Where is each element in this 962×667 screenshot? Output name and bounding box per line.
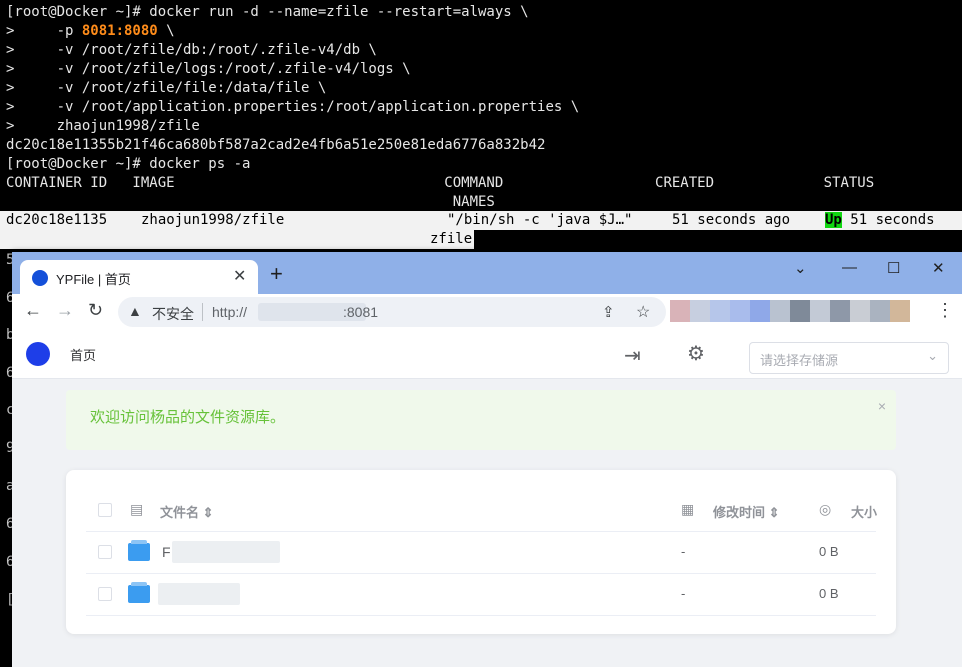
file-size: 0 B (819, 544, 839, 559)
terminal-line: [root@Docker ~]# docker run -d --name=zf… (6, 4, 529, 20)
calendar-icon: ▦ (681, 501, 695, 517)
extension-icon[interactable] (730, 300, 750, 322)
chevron-down-icon: ⌄ (927, 348, 938, 363)
extension-icon[interactable] (770, 300, 790, 322)
url-port: :8081 (343, 304, 379, 320)
table-row[interactable]: - 0 B (86, 574, 876, 616)
redacted-filename (158, 583, 240, 605)
ps-header-names: NAMES (6, 194, 495, 210)
terminal-line: > -v /root/application.properties:/root/… (6, 99, 580, 115)
container-id: dc20c18e1135 (6, 212, 108, 228)
bookmark-star-icon[interactable]: ☆ (636, 302, 650, 322)
app-header: 首页 ⇥ ⚙ 请选择存储源 ⌄ (12, 330, 962, 379)
new-tab-button[interactable]: + (270, 261, 283, 287)
sort-icon: ⇕ (768, 505, 780, 520)
terminal-line-tail: \ (157, 23, 175, 39)
browser-menu-icon[interactable]: ⋮ (936, 300, 954, 321)
forward-button[interactable]: → (56, 300, 74, 321)
select-placeholder: 请选择存储源 (760, 353, 839, 368)
column-size[interactable]: 大小 (851, 502, 877, 521)
address-divider (202, 303, 203, 321)
extension-icon[interactable] (690, 300, 710, 322)
extension-icon[interactable] (710, 300, 730, 322)
row-checkbox[interactable] (98, 587, 112, 601)
warning-icon[interactable]: ▲ (128, 303, 142, 319)
alert-close-icon[interactable]: × (878, 398, 886, 414)
file-modified: - (681, 586, 686, 601)
column-filename[interactable]: 文件名 ⇕ (160, 502, 214, 521)
extension-icon[interactable] (810, 300, 830, 322)
container-image: zhaojun1998/zfile (141, 212, 285, 228)
file-size: 0 B (819, 586, 839, 601)
address-bar[interactable]: ▲ 不安全 http:// :8081 ⇪ ☆ (118, 297, 666, 327)
column-modified-label: 修改时间 (713, 505, 766, 520)
terminal-line-prefix: > -p (6, 23, 82, 39)
extension-icon[interactable] (790, 300, 810, 322)
tab-strip: YPFile | 首页 ✕ + ⌄ — ☐ ✕ (12, 252, 962, 294)
tab-ypfile[interactable]: YPFile | 首页 ✕ (20, 260, 258, 294)
terminal-line: > -v /root/zfile/file:/data/file \ (6, 80, 327, 96)
extension-icon[interactable] (850, 300, 870, 322)
storage-source-select[interactable]: 请选择存储源 ⌄ (749, 342, 949, 374)
ps-row-highlight: dc20c18e1135 zhaojun1998/zfile "/bin/sh … (0, 211, 962, 230)
alert-message: 欢迎访问杨品的文件资源库。 (90, 409, 286, 426)
container-command: "/bin/sh -c 'java $J…" (447, 212, 633, 228)
reload-button[interactable]: ↻ (88, 300, 103, 321)
row-checkbox[interactable] (98, 545, 112, 559)
ps-row-highlight-names: zfile (0, 230, 474, 249)
file-list-card: ▤ 文件名 ⇕ ▦ 修改时间 ⇕ ◎ 大小 F - 0 B - 0 B (66, 470, 896, 634)
tab-title: YPFile | 首页 (56, 272, 131, 287)
redacted-filename (172, 541, 280, 563)
welcome-alert: 欢迎访问杨品的文件资源库。 × (66, 390, 896, 450)
extension-icon[interactable] (830, 300, 850, 322)
select-all-checkbox[interactable] (98, 503, 112, 517)
container-status: 51 seconds (841, 212, 935, 228)
back-button[interactable]: ← (24, 300, 42, 321)
container-name: zfile (430, 231, 473, 247)
page-content: 首页 ⇥ ⚙ 请选择存储源 ⌄ 欢迎访问杨品的文件资源库。 × ▤ 文件名 ⇕ … (12, 330, 962, 667)
close-window-button[interactable]: ✕ (932, 259, 945, 277)
file-name[interactable]: F (162, 544, 171, 560)
status-up-badge: Up (825, 212, 842, 228)
extension-icon[interactable] (750, 300, 770, 322)
table-row[interactable]: F - 0 B (86, 532, 876, 574)
extension-icon[interactable] (890, 300, 910, 322)
database-icon: ◎ (819, 501, 832, 517)
sort-icon: ⇕ (202, 505, 214, 520)
folder-icon (128, 540, 150, 561)
maximize-button[interactable]: ☐ (887, 259, 900, 277)
extension-icon[interactable] (670, 300, 690, 322)
minimize-button[interactable]: — (842, 259, 857, 276)
insecure-label[interactable]: 不安全 (152, 304, 194, 324)
column-modified[interactable]: 修改时间 ⇕ (713, 502, 780, 521)
nav-home[interactable]: 首页 (70, 345, 96, 364)
browser-toolbar: ← → ↻ ▲ 不安全 http:// :8081 ⇪ ☆ ⋮ (12, 294, 962, 330)
url-scheme: http:// (212, 304, 248, 320)
terminal-line: > -p 8081:8080 \ (6, 22, 175, 41)
column-filename-label: 文件名 (160, 505, 200, 520)
container-hash: dc20c18e11355b21f46ca680bf587a2cad2e4fb6… (6, 137, 546, 153)
terminal-line: > -v /root/zfile/logs:/root/.zfile-v4/lo… (6, 61, 411, 77)
extension-icon[interactable] (870, 300, 890, 322)
document-icon: ▤ (130, 501, 144, 517)
folder-icon (128, 582, 150, 603)
ps-header: CONTAINER ID IMAGE COMMAND CREATED STATU… (6, 175, 875, 191)
tab-search-icon[interactable]: ⌄ (794, 259, 807, 277)
favicon-icon (32, 270, 48, 286)
app-logo[interactable] (26, 342, 50, 366)
settings-gear-icon[interactable]: ⚙ (687, 341, 705, 366)
table-header: ▤ 文件名 ⇕ ▦ 修改时间 ⇕ ◎ 大小 (86, 490, 877, 532)
extensions-area[interactable] (670, 300, 910, 322)
port-mapping: 8081:8080 (81, 23, 158, 39)
container-created: 51 seconds ago (672, 212, 791, 228)
file-modified: - (681, 544, 686, 559)
browser-window[interactable]: YPFile | 首页 ✕ + ⌄ — ☐ ✕ ← → ↻ ▲ 不安全 http… (12, 252, 962, 667)
login-icon[interactable]: ⇥ (624, 343, 641, 368)
share-icon[interactable]: ⇪ (602, 303, 615, 321)
terminal-line: [root@Docker ~]# docker ps -a (6, 156, 251, 172)
terminal-line: > -v /root/zfile/db:/root/.zfile-v4/db \ (6, 42, 377, 58)
terminal-line: > zhaojun1998/zfile (6, 118, 200, 134)
close-tab-icon[interactable]: ✕ (233, 266, 246, 286)
